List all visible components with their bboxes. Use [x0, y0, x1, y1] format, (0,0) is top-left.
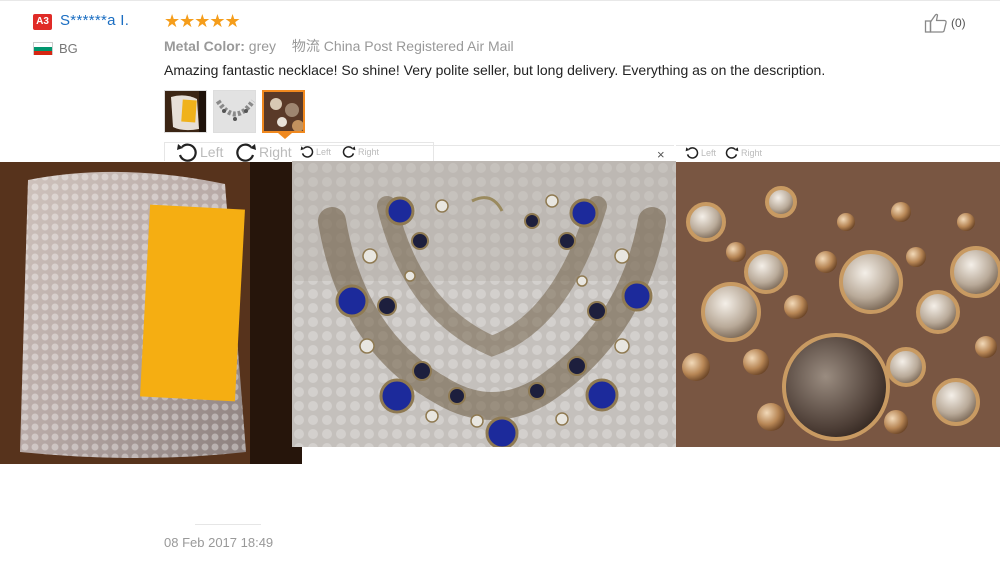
rotate-left-icon — [300, 146, 314, 158]
buyer-name: S******a I. — [60, 12, 130, 29]
active-thumbnail-caret — [278, 133, 292, 139]
rotate-left-label: Left — [200, 144, 224, 160]
meta-label: Metal Color: — [164, 38, 245, 54]
rotate-left-icon — [177, 143, 197, 162]
buyer-level-badge: A3 — [33, 14, 52, 30]
review-photo-closeup[interactable] — [676, 162, 1000, 447]
review-photo-necklace[interactable] — [292, 161, 676, 447]
rotate-left-button[interactable]: Left — [176, 142, 223, 162]
shipping-label: 物流 — [291, 38, 320, 54]
close-preview-button[interactable]: × — [657, 147, 665, 162]
rotate-right-label-3: Right — [741, 147, 763, 158]
shipping-value: China Post Registered Air Mail — [323, 38, 514, 54]
order-info: Metal Color: grey 物流 China Post Register… — [164, 36, 514, 56]
rotate-right-button-2[interactable]: Right — [342, 145, 379, 158]
thumbs-up-icon — [924, 13, 947, 33]
rotate-right-icon — [342, 146, 356, 158]
review-text: Amazing fantastic necklace! So shine! Ve… — [164, 62, 826, 78]
rotate-right-icon — [725, 147, 739, 159]
rotate-left-label-2: Left — [316, 146, 332, 157]
rotate-left-button-2[interactable]: Left — [300, 145, 331, 158]
rotate-left-icon — [685, 147, 699, 159]
date-divider — [195, 524, 261, 525]
helpful-button[interactable]: (0) — [924, 12, 966, 34]
review-thumbnail-1[interactable] — [164, 90, 207, 133]
rotate-right-icon — [236, 143, 256, 162]
helpful-count: (0) — [951, 16, 966, 30]
buyer-country: BG — [59, 41, 78, 56]
star-rating: ★★★★★ — [164, 11, 241, 31]
rotate-right-button[interactable]: Right — [235, 142, 292, 162]
bulgaria-flag-icon — [33, 42, 53, 55]
rotate-right-label-2: Right — [358, 146, 380, 157]
review-photo-package[interactable] — [0, 162, 302, 464]
review-thumbnail-2[interactable] — [213, 90, 256, 133]
meta-value: grey — [248, 38, 277, 54]
review-thumbnail-3[interactable] — [262, 90, 305, 133]
rotate-left-label-3: Left — [701, 147, 717, 158]
review-date: 08 Feb 2017 18:49 — [164, 535, 274, 550]
rotate-right-label: Right — [259, 144, 292, 160]
rotate-left-button-3[interactable]: Left — [685, 146, 716, 159]
rotate-right-button-3[interactable]: Right — [725, 146, 762, 159]
top-divider — [0, 0, 1000, 1]
